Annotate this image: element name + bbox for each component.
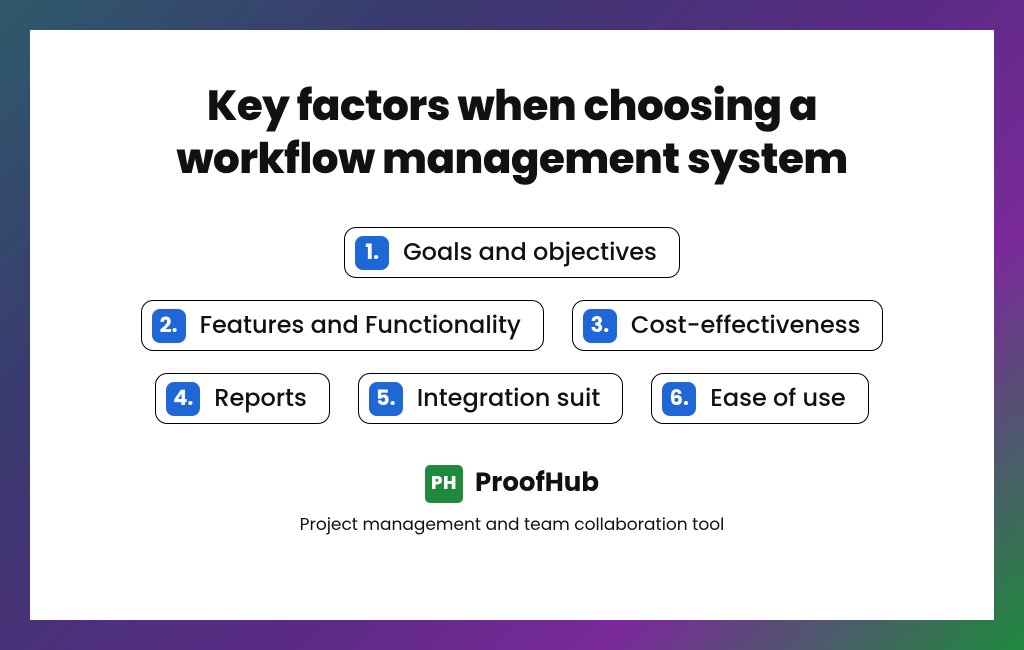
factor-pill: 6. Ease of use [651,373,868,424]
brand-tagline: Project management and team collaboratio… [300,511,725,537]
factor-row-1: 1. Goals and objectives [344,227,680,278]
factor-label: Goals and objectives [403,235,657,270]
page-title: Key factors when choosing a workflow man… [152,80,872,185]
factor-label: Integration suit [417,381,600,416]
factor-row-3: 4. Reports 5. Integration suit 6. Ease o… [155,373,868,424]
proofhub-logo-icon: PH [425,465,463,503]
factor-pill: 2. Features and Functionality [141,300,544,351]
factor-rows: 1. Goals and objectives 2. Features and … [141,227,884,424]
factor-row-2: 2. Features and Functionality 3. Cost-ef… [141,300,884,351]
factor-label: Reports [214,381,307,416]
factor-number-badge: 6. [662,382,696,416]
factor-label: Cost-effectiveness [631,308,861,343]
gradient-frame: Key factors when choosing a workflow man… [0,0,1024,650]
factor-pill: 4. Reports [155,373,330,424]
brand-name: ProofHub [475,464,599,503]
brand-line: PH ProofHub [425,464,599,503]
factor-pill: 1. Goals and objectives [344,227,680,278]
factor-label: Ease of use [710,381,845,416]
factor-pill: 5. Integration suit [358,373,623,424]
brand-footer: PH ProofHub Project management and team … [300,464,725,537]
factor-number-badge: 2. [152,309,186,343]
factor-pill: 3. Cost-effectiveness [572,300,884,351]
factor-number-badge: 1. [355,236,389,270]
content-card: Key factors when choosing a workflow man… [30,30,994,620]
factor-number-badge: 3. [583,309,617,343]
factor-number-badge: 5. [369,382,403,416]
factor-label: Features and Functionality [200,308,521,343]
factor-number-badge: 4. [166,382,200,416]
